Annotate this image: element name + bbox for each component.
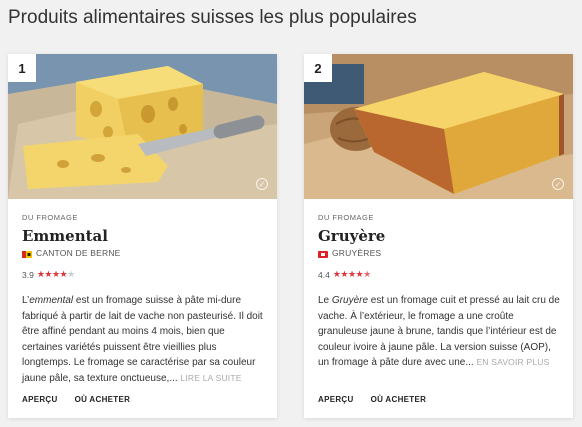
food-description: Le Gruyère est un fromage cuit et pressé… bbox=[318, 293, 561, 371]
gruyeres-flag-icon bbox=[318, 250, 328, 258]
desc-lead: Le bbox=[318, 295, 332, 306]
desc-text: est un fromage suisse à pâte mi-dure fab… bbox=[22, 295, 263, 384]
image-check-icon[interactable]: ✓ bbox=[552, 178, 564, 190]
food-image-emmental[interactable]: 1 ✓ bbox=[8, 54, 277, 199]
desc-italic: Gruyère bbox=[331, 295, 369, 306]
where-to-buy-link[interactable]: OÙ ACHETER bbox=[75, 395, 131, 404]
rank-badge: 2 bbox=[304, 54, 332, 82]
learn-more-link[interactable]: EN SAVOIR PLUS bbox=[476, 357, 549, 367]
origin-region[interactable]: CANTON DE BERNE bbox=[22, 248, 265, 258]
rank-badge: 1 bbox=[8, 54, 36, 82]
rating-stars-icon: ★★★★★ bbox=[36, 269, 75, 279]
rating: 4.4 ★★★★★ bbox=[318, 269, 561, 280]
overview-link[interactable]: APERÇU bbox=[318, 395, 354, 404]
rating-stars-icon: ★★★★★ bbox=[332, 269, 371, 279]
food-card-emmental[interactable]: 1 ✓ DU FROMAGE Emmental CANTON DE BERNE … bbox=[8, 54, 277, 418]
origin-region[interactable]: GRUYÈRES bbox=[318, 248, 561, 258]
where-to-buy-link[interactable]: OÙ ACHETER bbox=[371, 395, 427, 404]
desc-italic: emmental bbox=[29, 295, 74, 306]
origin-label: GRUYÈRES bbox=[332, 248, 382, 258]
food-card-gruyere[interactable]: 2 ✓ DU FROMAGE Gruyère GRUYÈRES 4.4 ★★★★… bbox=[304, 54, 573, 418]
origin-label: CANTON DE BERNE bbox=[36, 248, 121, 258]
page-title: Produits alimentaires suisses les plus p… bbox=[8, 7, 417, 28]
overview-link[interactable]: APERÇU bbox=[22, 395, 58, 404]
food-image-gruyere[interactable]: 2 ✓ bbox=[304, 54, 573, 199]
image-check-icon[interactable]: ✓ bbox=[256, 178, 268, 190]
food-description: L’emmental est un fromage suisse à pâte … bbox=[22, 293, 265, 386]
food-name[interactable]: Gruyère bbox=[318, 227, 561, 245]
category-label: DU FROMAGE bbox=[22, 213, 78, 222]
category-label: DU FROMAGE bbox=[318, 213, 374, 222]
rating-value: 3.9 bbox=[22, 269, 34, 280]
food-name[interactable]: Emmental bbox=[22, 227, 265, 245]
canton-flag-icon bbox=[22, 250, 32, 258]
rating-value: 4.4 bbox=[318, 269, 330, 280]
rating: 3.9 ★★★★★ bbox=[22, 269, 265, 280]
read-more-link[interactable]: LIRE LA SUITE bbox=[180, 373, 241, 383]
